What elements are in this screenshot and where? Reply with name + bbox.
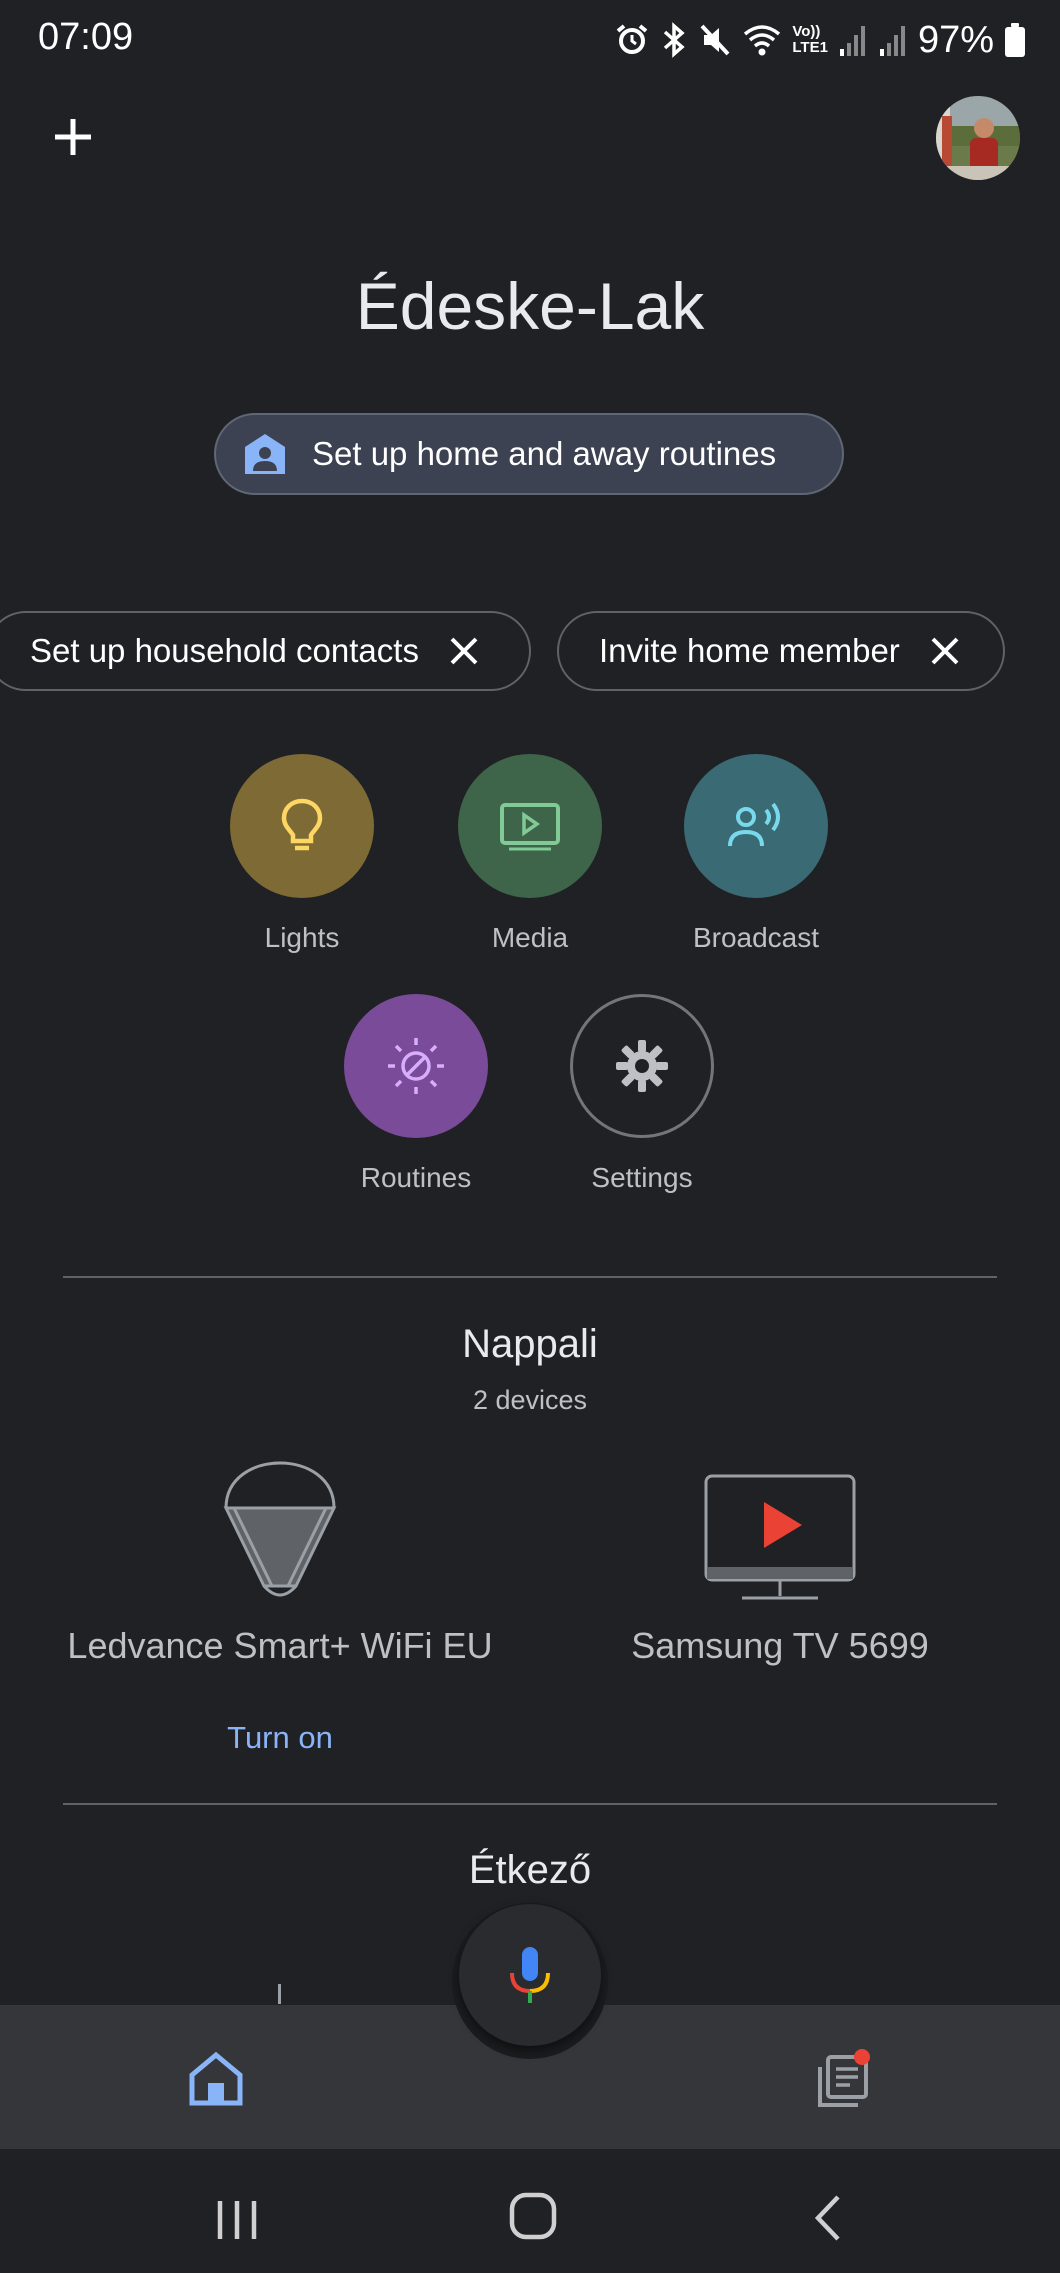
household-contacts-label: Set up household contacts [30,632,419,669]
routines-icon [388,1038,444,1094]
home-icon [189,2051,243,2106]
media-action[interactable]: Media [410,754,650,954]
routines-action[interactable]: Routines [296,994,536,1194]
alarm-icon [614,22,650,58]
close-icon[interactable] [930,636,960,666]
routines-button[interactable] [344,994,488,1138]
lights-label: Lights [264,922,340,953]
mute-icon [698,22,732,58]
home-tab[interactable] [188,2051,244,2107]
status-time: 07:09 [38,16,134,58]
device-ledvance[interactable]: Ledvance Smart+ WiFi EU [30,1452,530,1667]
broadcast-label: Broadcast [692,922,820,953]
profile-avatar[interactable] [936,96,1020,180]
battery-icon [1004,22,1026,58]
media-button[interactable] [458,754,602,898]
home-title: Édeske-Lak [355,269,705,343]
back-button[interactable] [810,2193,846,2243]
volte-icon: Vo)) LTE1 [792,24,828,56]
microphone-icon [510,1947,550,2003]
recent-apps-button[interactable] [212,2197,262,2243]
bluetooth-icon [660,22,688,58]
tv-icon [704,1474,856,1600]
battery-percentage: 97% [917,18,994,61]
divider [63,1276,997,1278]
back-icon [814,2195,840,2241]
status-icons: Vo)) LTE1 97% [614,16,1026,64]
home-person-icon [245,434,285,474]
invite-member-label: Invite home member [599,632,900,669]
invite-member-chip[interactable]: Invite home member [557,611,1005,691]
play-icon [500,803,560,851]
settings-button[interactable] [570,994,714,1138]
volte-label-top: Vo)) [792,23,821,40]
plus-icon [55,119,91,155]
media-label: Media [491,922,569,953]
room-title[interactable]: Nappali [0,1322,1060,1367]
broadcast-button[interactable] [684,754,828,898]
lamp-icon [223,1461,337,1597]
feed-tab[interactable] [810,2047,874,2111]
device-name: Samsung TV 5699 [631,1625,929,1666]
gear-icon [616,1040,668,1092]
home-system-button[interactable] [508,2191,558,2241]
routines-label: Routines [360,1162,472,1193]
device-name: Ledvance Smart+ WiFi EU [67,1625,493,1666]
settings-action[interactable]: Settings [522,994,762,1194]
broadcast-action[interactable]: Broadcast [636,754,876,954]
home-away-routines-chip[interactable]: Set up home and away routines [214,413,844,495]
volte-label-bottom: LTE1 [792,39,828,56]
partial-device-icon [278,1984,281,2004]
add-button[interactable] [44,108,102,166]
lightbulb-icon [281,798,323,851]
assistant-mic-button[interactable] [459,1904,601,2046]
wifi-icon [742,22,782,58]
broadcast-icon [728,802,780,847]
routine-chip-label: Set up home and away routines [312,435,777,472]
household-contacts-chip[interactable]: Set up household contacts [0,611,531,691]
turn-on-link[interactable]: Turn on [30,1720,530,1756]
feed-icon [818,2049,870,2107]
room-title[interactable]: Étkező [0,1848,1060,1893]
device-samsung-tv[interactable]: Samsung TV 5699 [560,1474,1000,1667]
room-device-count: 2 devices [472,1385,588,1415]
signal-icon [838,23,868,57]
lights-button[interactable] [230,754,374,898]
home-circle-icon [509,2192,557,2240]
close-icon[interactable] [449,636,479,666]
settings-label: Settings [591,1162,693,1193]
system-navigation-bar [0,2149,1060,2273]
divider [63,1803,997,1805]
lights-action[interactable]: Lights [182,754,422,954]
recent-apps-icon [217,2201,257,2239]
signal-icon [878,23,908,57]
